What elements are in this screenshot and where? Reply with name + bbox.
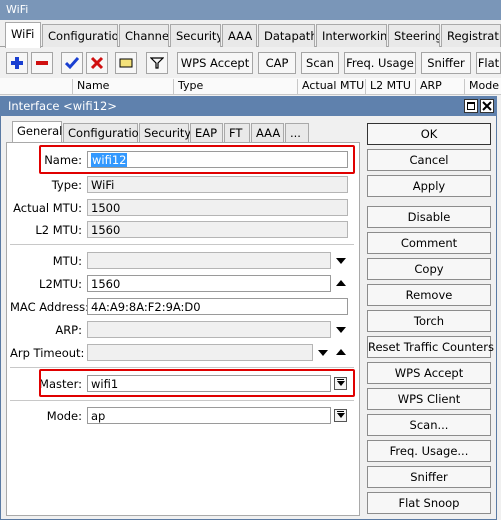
mode-select[interactable]: ap: [87, 407, 331, 424]
maximize-icon[interactable]: [464, 99, 478, 113]
tab-security[interactable]: Security: [170, 24, 221, 47]
dialog-tab-general[interactable]: General: [12, 121, 62, 143]
sniffer-button[interactable]: Sniffer: [421, 52, 471, 74]
freq-usage-button[interactable]: Freq. Usage: [344, 52, 416, 74]
mode-dropdown-icon[interactable]: [334, 409, 347, 422]
actual-mtu-value: 1500: [87, 199, 348, 216]
disable-button[interactable]: Disable: [367, 206, 491, 228]
l2mtu-field[interactable]: 1560: [87, 275, 331, 292]
main-toolbar: WPS Accept CAP Scan Freq. Usage Sniffer …: [0, 48, 501, 78]
separator: [10, 367, 354, 368]
reset-traffic-counters-button[interactable]: Reset Traffic Counters: [367, 336, 494, 358]
remove-button[interactable]: Remove: [367, 284, 491, 306]
close-icon[interactable]: [480, 99, 494, 113]
flat-button[interactable]: Flat: [476, 52, 501, 74]
add-icon[interactable]: [6, 52, 28, 74]
arp-label: ARP:: [55, 323, 82, 337]
freq-usage-dialog-button[interactable]: Freq. Usage...: [367, 440, 491, 462]
cap-button[interactable]: CAP: [258, 52, 296, 74]
dialog-title: Interface <wifi12>: [8, 99, 117, 113]
copy-button[interactable]: Copy: [367, 258, 491, 280]
col-mode[interactable]: Mode: [464, 79, 501, 94]
col-actual-mtu[interactable]: Actual MTU: [297, 79, 364, 94]
comment-icon[interactable]: [115, 52, 137, 74]
l2mtu-collapse-icon[interactable]: [336, 280, 346, 286]
mac-address-label: MAC Address:: [10, 300, 89, 314]
l2-mtu-value: 1560: [87, 221, 348, 238]
tab-registration[interactable]: Registration: [441, 24, 501, 47]
torch-button[interactable]: Torch: [367, 310, 491, 332]
arp-select[interactable]: [87, 321, 331, 338]
dialog-tab-aaa[interactable]: AAA: [251, 123, 284, 142]
separator: [10, 400, 354, 401]
separator: [10, 244, 354, 245]
dialog-tab-configuration[interactable]: Configuration: [63, 123, 146, 142]
dialog-tab-ft[interactable]: FT: [224, 123, 250, 142]
scan-dialog-button[interactable]: Scan...: [367, 414, 491, 436]
l2-mtu-label: L2 MTU:: [35, 223, 82, 237]
master-highlight: [39, 369, 355, 397]
type-value: WiFi: [87, 176, 348, 193]
arp-expand-icon[interactable]: [336, 327, 346, 333]
comment-button[interactable]: Comment: [367, 232, 491, 254]
mtu-field[interactable]: [87, 252, 331, 269]
tab-channel[interactable]: Channel: [119, 24, 169, 47]
col-arp[interactable]: ARP: [415, 79, 463, 94]
dialog-tab-eap[interactable]: EAP: [190, 123, 223, 142]
wps-client-button[interactable]: WPS Client: [367, 388, 491, 410]
apply-button[interactable]: Apply: [367, 175, 491, 197]
wps-accept-dialog-button[interactable]: WPS Accept: [367, 362, 491, 384]
main-tabstrip: WiFi Configuration Channel Security AAA …: [0, 20, 501, 48]
arp-timeout-down-icon[interactable]: [318, 350, 328, 356]
name-highlight: [39, 145, 355, 174]
l2mtu-label: L2MTU:: [39, 277, 82, 291]
cancel-button[interactable]: Cancel: [367, 149, 491, 171]
tab-interworking[interactable]: Interworking: [316, 24, 387, 47]
remove-icon[interactable]: [31, 52, 53, 74]
col-l2-mtu[interactable]: L2 MTU: [365, 79, 414, 94]
tab-datapath[interactable]: Datapath: [258, 24, 315, 47]
type-label: Type:: [51, 178, 82, 192]
col-name[interactable]: Name: [72, 79, 172, 94]
arp-timeout-field[interactable]: [87, 344, 313, 361]
dialog-tab-more[interactable]: ...: [285, 123, 309, 142]
tab-steering[interactable]: Steering: [388, 24, 440, 47]
ok-button[interactable]: OK: [367, 123, 491, 145]
filter-icon[interactable]: [146, 52, 168, 74]
enable-check-icon[interactable]: [61, 52, 83, 74]
tab-configuration[interactable]: Configuration: [42, 24, 118, 47]
scan-button[interactable]: Scan: [301, 52, 339, 74]
mac-address-field[interactable]: 4A:A9:8A:F2:9A:D0: [87, 298, 348, 315]
disable-x-icon[interactable]: [86, 52, 108, 74]
wps-accept-button[interactable]: WPS Accept: [177, 52, 253, 74]
arp-timeout-label: Arp Timeout:: [10, 346, 85, 360]
dialog-title-bar: Interface <wifi12>: [0, 96, 497, 116]
actual-mtu-label: Actual MTU:: [13, 201, 82, 215]
mtu-label: MTU:: [52, 254, 82, 268]
arp-timeout-up-icon[interactable]: [336, 349, 346, 355]
sniffer-dialog-button[interactable]: Sniffer: [367, 466, 491, 488]
tab-wifi[interactable]: WiFi: [5, 22, 41, 48]
column-header: Name Type Actual MTU L2 MTU ARP Mode: [0, 78, 501, 95]
flat-snoop-button[interactable]: Flat Snoop: [367, 492, 491, 514]
mode-label: Mode:: [46, 409, 82, 423]
col-type[interactable]: Type: [173, 79, 296, 94]
mtu-expand-icon[interactable]: [336, 258, 346, 264]
window-title: WiFi: [0, 0, 501, 20]
tab-aaa[interactable]: AAA: [222, 24, 257, 47]
dialog-tab-security[interactable]: Security: [139, 123, 191, 142]
